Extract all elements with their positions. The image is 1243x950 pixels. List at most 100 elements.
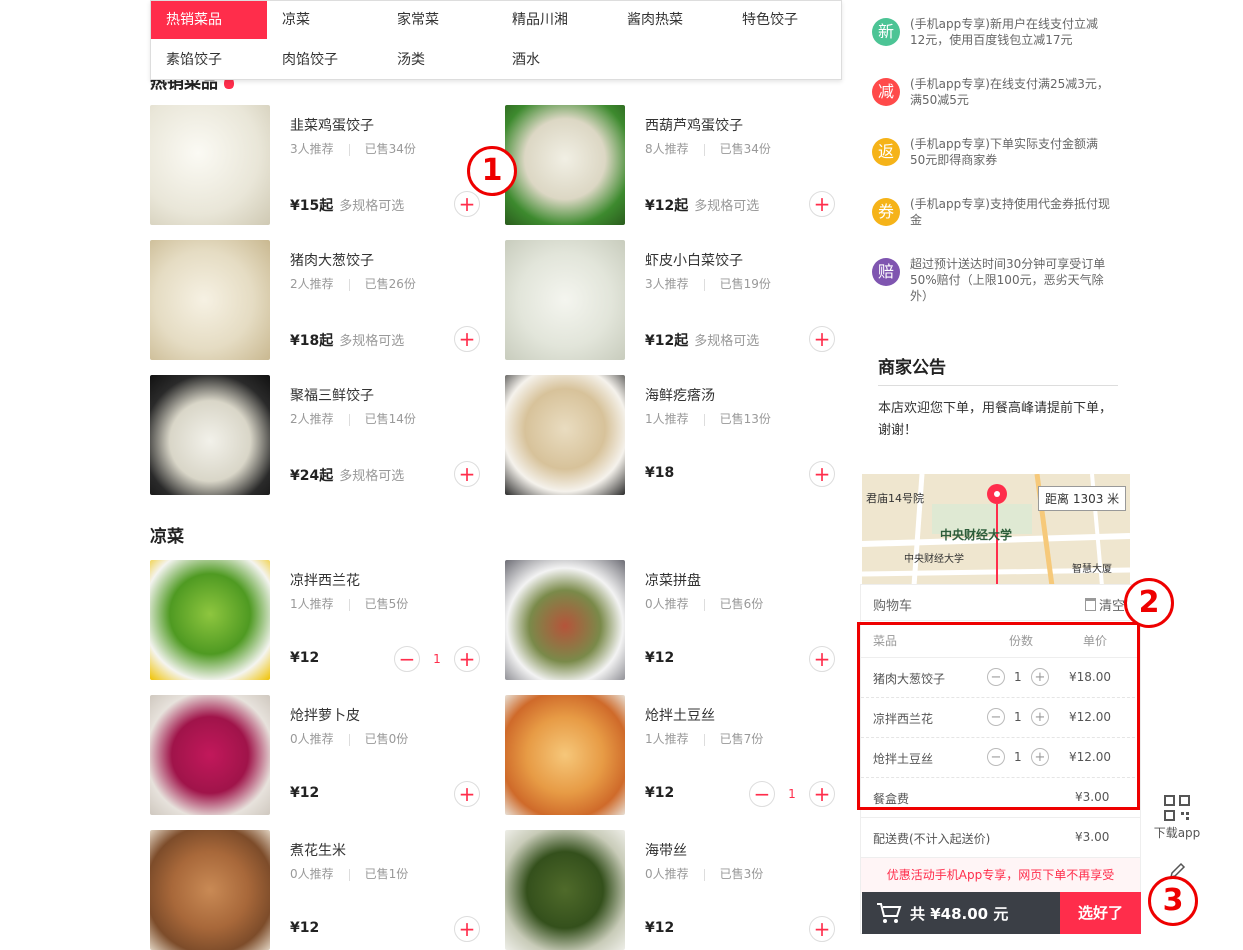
- dish-name[interactable]: 虾皮小白菜饺子: [645, 250, 743, 270]
- category-tab-soup[interactable]: 汤类: [382, 41, 498, 79]
- dish-photo: [150, 375, 270, 495]
- map-label: 中央财经大学: [904, 554, 964, 565]
- category-tab-drinks[interactable]: 酒水: [497, 41, 613, 79]
- dish-recommend: 0人推荐: [290, 867, 334, 881]
- dish-stats: 3人推荐 已售34份: [290, 140, 416, 157]
- menu-item: 虾皮小白菜饺子 3人推荐 已售19份 ¥12起 多规格可选 +: [505, 240, 835, 360]
- dish-sold: 已售34份: [364, 142, 416, 156]
- dish-price: ¥15起: [290, 198, 334, 214]
- dish-name[interactable]: 海带丝: [645, 840, 687, 860]
- dish-sold: 已售3份: [719, 867, 764, 881]
- dish-name[interactable]: 海鲜疙瘩汤: [645, 385, 715, 405]
- dish-name[interactable]: 煮花生米: [290, 840, 346, 860]
- map-label: 智慧大厦: [1072, 564, 1112, 575]
- dish-sold: 已售14份: [364, 412, 416, 426]
- add-button[interactable]: +: [454, 646, 480, 672]
- annotation-callout-3: 3: [1148, 876, 1198, 926]
- clear-cart-button[interactable]: 清空: [1085, 595, 1125, 614]
- add-button[interactable]: +: [809, 781, 835, 807]
- add-button[interactable]: +: [454, 191, 480, 217]
- dish-sold: 已售1份: [364, 867, 409, 881]
- checkout-button[interactable]: 选好了: [1060, 892, 1141, 934]
- category-tab-cold[interactable]: 凉菜: [267, 1, 383, 39]
- dish-price: ¥12: [645, 785, 675, 801]
- dish-name[interactable]: 炝拌土豆丝: [645, 705, 715, 725]
- dish-name[interactable]: 凉拌西兰花: [290, 570, 360, 590]
- dish-name[interactable]: 聚福三鲜饺子: [290, 385, 374, 405]
- promotion-text: (手机app专享)在线支付满25减3元，满50减5元: [910, 77, 1109, 107]
- dish-stats: 1人推荐 已售7份: [645, 730, 763, 747]
- delivery-fee-row: 配送费(不计入起送价) ¥3.00: [861, 818, 1140, 858]
- cart-total: 共 ¥48.00 元: [910, 905, 1009, 923]
- add-button[interactable]: +: [454, 461, 480, 487]
- menu-item: 聚福三鲜饺子 2人推荐 已售14份 ¥24起 多规格可选 +: [150, 375, 480, 495]
- download-app-button[interactable]: 下载app: [1150, 795, 1204, 841]
- annotation-box: [857, 622, 1140, 810]
- minus-button[interactable]: −: [749, 781, 775, 807]
- dish-stats: 0人推荐 已售0份: [290, 730, 408, 747]
- promotion-text: 超过预计送达时间30分钟可享受订单50%赔付（上限100元，恶劣天气除外）: [910, 257, 1106, 303]
- category-tab-special-dumplings[interactable]: 特色饺子: [727, 1, 843, 39]
- category-tab-sichuan[interactable]: 精品川湘: [497, 1, 613, 39]
- add-button[interactable]: +: [809, 461, 835, 487]
- dish-stats: 8人推荐 已售34份: [645, 140, 771, 157]
- category-tab-hot[interactable]: 热销菜品: [151, 1, 267, 39]
- divider: [878, 385, 1118, 386]
- dish-recommend: 0人推荐: [290, 732, 334, 746]
- menu-item: 凉拌西兰花 1人推荐 已售5份 ¥12 −1 +: [150, 560, 480, 680]
- dish-spec: 多规格可选: [339, 199, 405, 214]
- minus-button[interactable]: −: [394, 646, 420, 672]
- cart-icon: [877, 903, 902, 923]
- dish-name[interactable]: 猪肉大葱饺子: [290, 250, 374, 270]
- dish-photo: [150, 830, 270, 950]
- cart-total-bar[interactable]: 共 ¥48.00 元: [862, 892, 1060, 934]
- dish-stats: 0人推荐 已售1份: [290, 865, 408, 882]
- voucher-badge-icon: 券: [872, 198, 900, 226]
- annotation-callout-1: 1: [467, 146, 517, 196]
- category-tab-home[interactable]: 家常菜: [382, 1, 498, 39]
- discount-badge-icon: 减: [872, 78, 900, 106]
- delivery-fee-label: 配送费(不计入起送价): [873, 832, 991, 846]
- download-app-label: 下载app: [1153, 826, 1201, 840]
- trash-icon: [1085, 598, 1096, 611]
- dish-price: ¥12: [290, 785, 320, 801]
- dish-spec: 多规格可选: [339, 334, 405, 349]
- dish-sold: 已售7份: [719, 732, 764, 746]
- dish-stats: 2人推荐 已售14份: [290, 410, 416, 427]
- dish-photo: [505, 375, 625, 495]
- dish-recommend: 2人推荐: [290, 277, 334, 291]
- dish-stats: 0人推荐 已售3份: [645, 865, 763, 882]
- dish-name[interactable]: 韭菜鸡蛋饺子: [290, 115, 374, 135]
- dish-price-line: ¥24起 多规格可选: [290, 465, 404, 485]
- category-nav: 热销菜品 凉菜 家常菜 精品川湘 酱肉热菜 特色饺子 素馅饺子 肉馅饺子 汤类 …: [150, 0, 842, 80]
- dish-recommend: 3人推荐: [645, 277, 689, 291]
- add-button[interactable]: +: [454, 781, 480, 807]
- dish-recommend: 1人推荐: [645, 732, 689, 746]
- dish-price: ¥24起: [290, 468, 334, 484]
- notice-title: 商家公告: [878, 358, 946, 378]
- dish-stats: 2人推荐 已售26份: [290, 275, 416, 292]
- dish-name[interactable]: 西葫芦鸡蛋饺子: [645, 115, 743, 135]
- dish-name[interactable]: 炝拌萝卜皮: [290, 705, 360, 725]
- menu-item: 炝拌萝卜皮 0人推荐 已售0份 ¥12 +: [150, 695, 480, 815]
- add-button[interactable]: +: [809, 191, 835, 217]
- menu-item: 西葫芦鸡蛋饺子 8人推荐 已售34份 ¥12起 多规格可选 +: [505, 105, 835, 225]
- menu-item: 海带丝 0人推荐 已售3份 ¥12 +: [505, 830, 835, 950]
- add-button[interactable]: +: [809, 326, 835, 352]
- dish-recommend: 1人推荐: [290, 597, 334, 611]
- dish-photo: [150, 560, 270, 680]
- category-tab-meat-dumplings[interactable]: 肉馅饺子: [267, 41, 383, 79]
- dish-sold: 已售19份: [719, 277, 771, 291]
- dish-name[interactable]: 凉菜拼盘: [645, 570, 701, 590]
- category-tab-braised[interactable]: 酱肉热菜: [612, 1, 728, 39]
- dish-price-line: ¥12起 多规格可选: [645, 195, 759, 215]
- dish-stats: 0人推荐 已售6份: [645, 595, 763, 612]
- add-button[interactable]: +: [454, 326, 480, 352]
- category-tab-veg-dumplings[interactable]: 素馅饺子: [151, 41, 267, 79]
- add-button[interactable]: +: [809, 916, 835, 942]
- dish-photo: [505, 105, 625, 225]
- add-button[interactable]: +: [454, 916, 480, 942]
- add-button[interactable]: +: [809, 646, 835, 672]
- location-map[interactable]: 君庙14号院 距离 1303 米 中央财经大学 中央财经大学 智慧大厦: [862, 474, 1130, 586]
- cart-title: 购物车: [873, 599, 913, 614]
